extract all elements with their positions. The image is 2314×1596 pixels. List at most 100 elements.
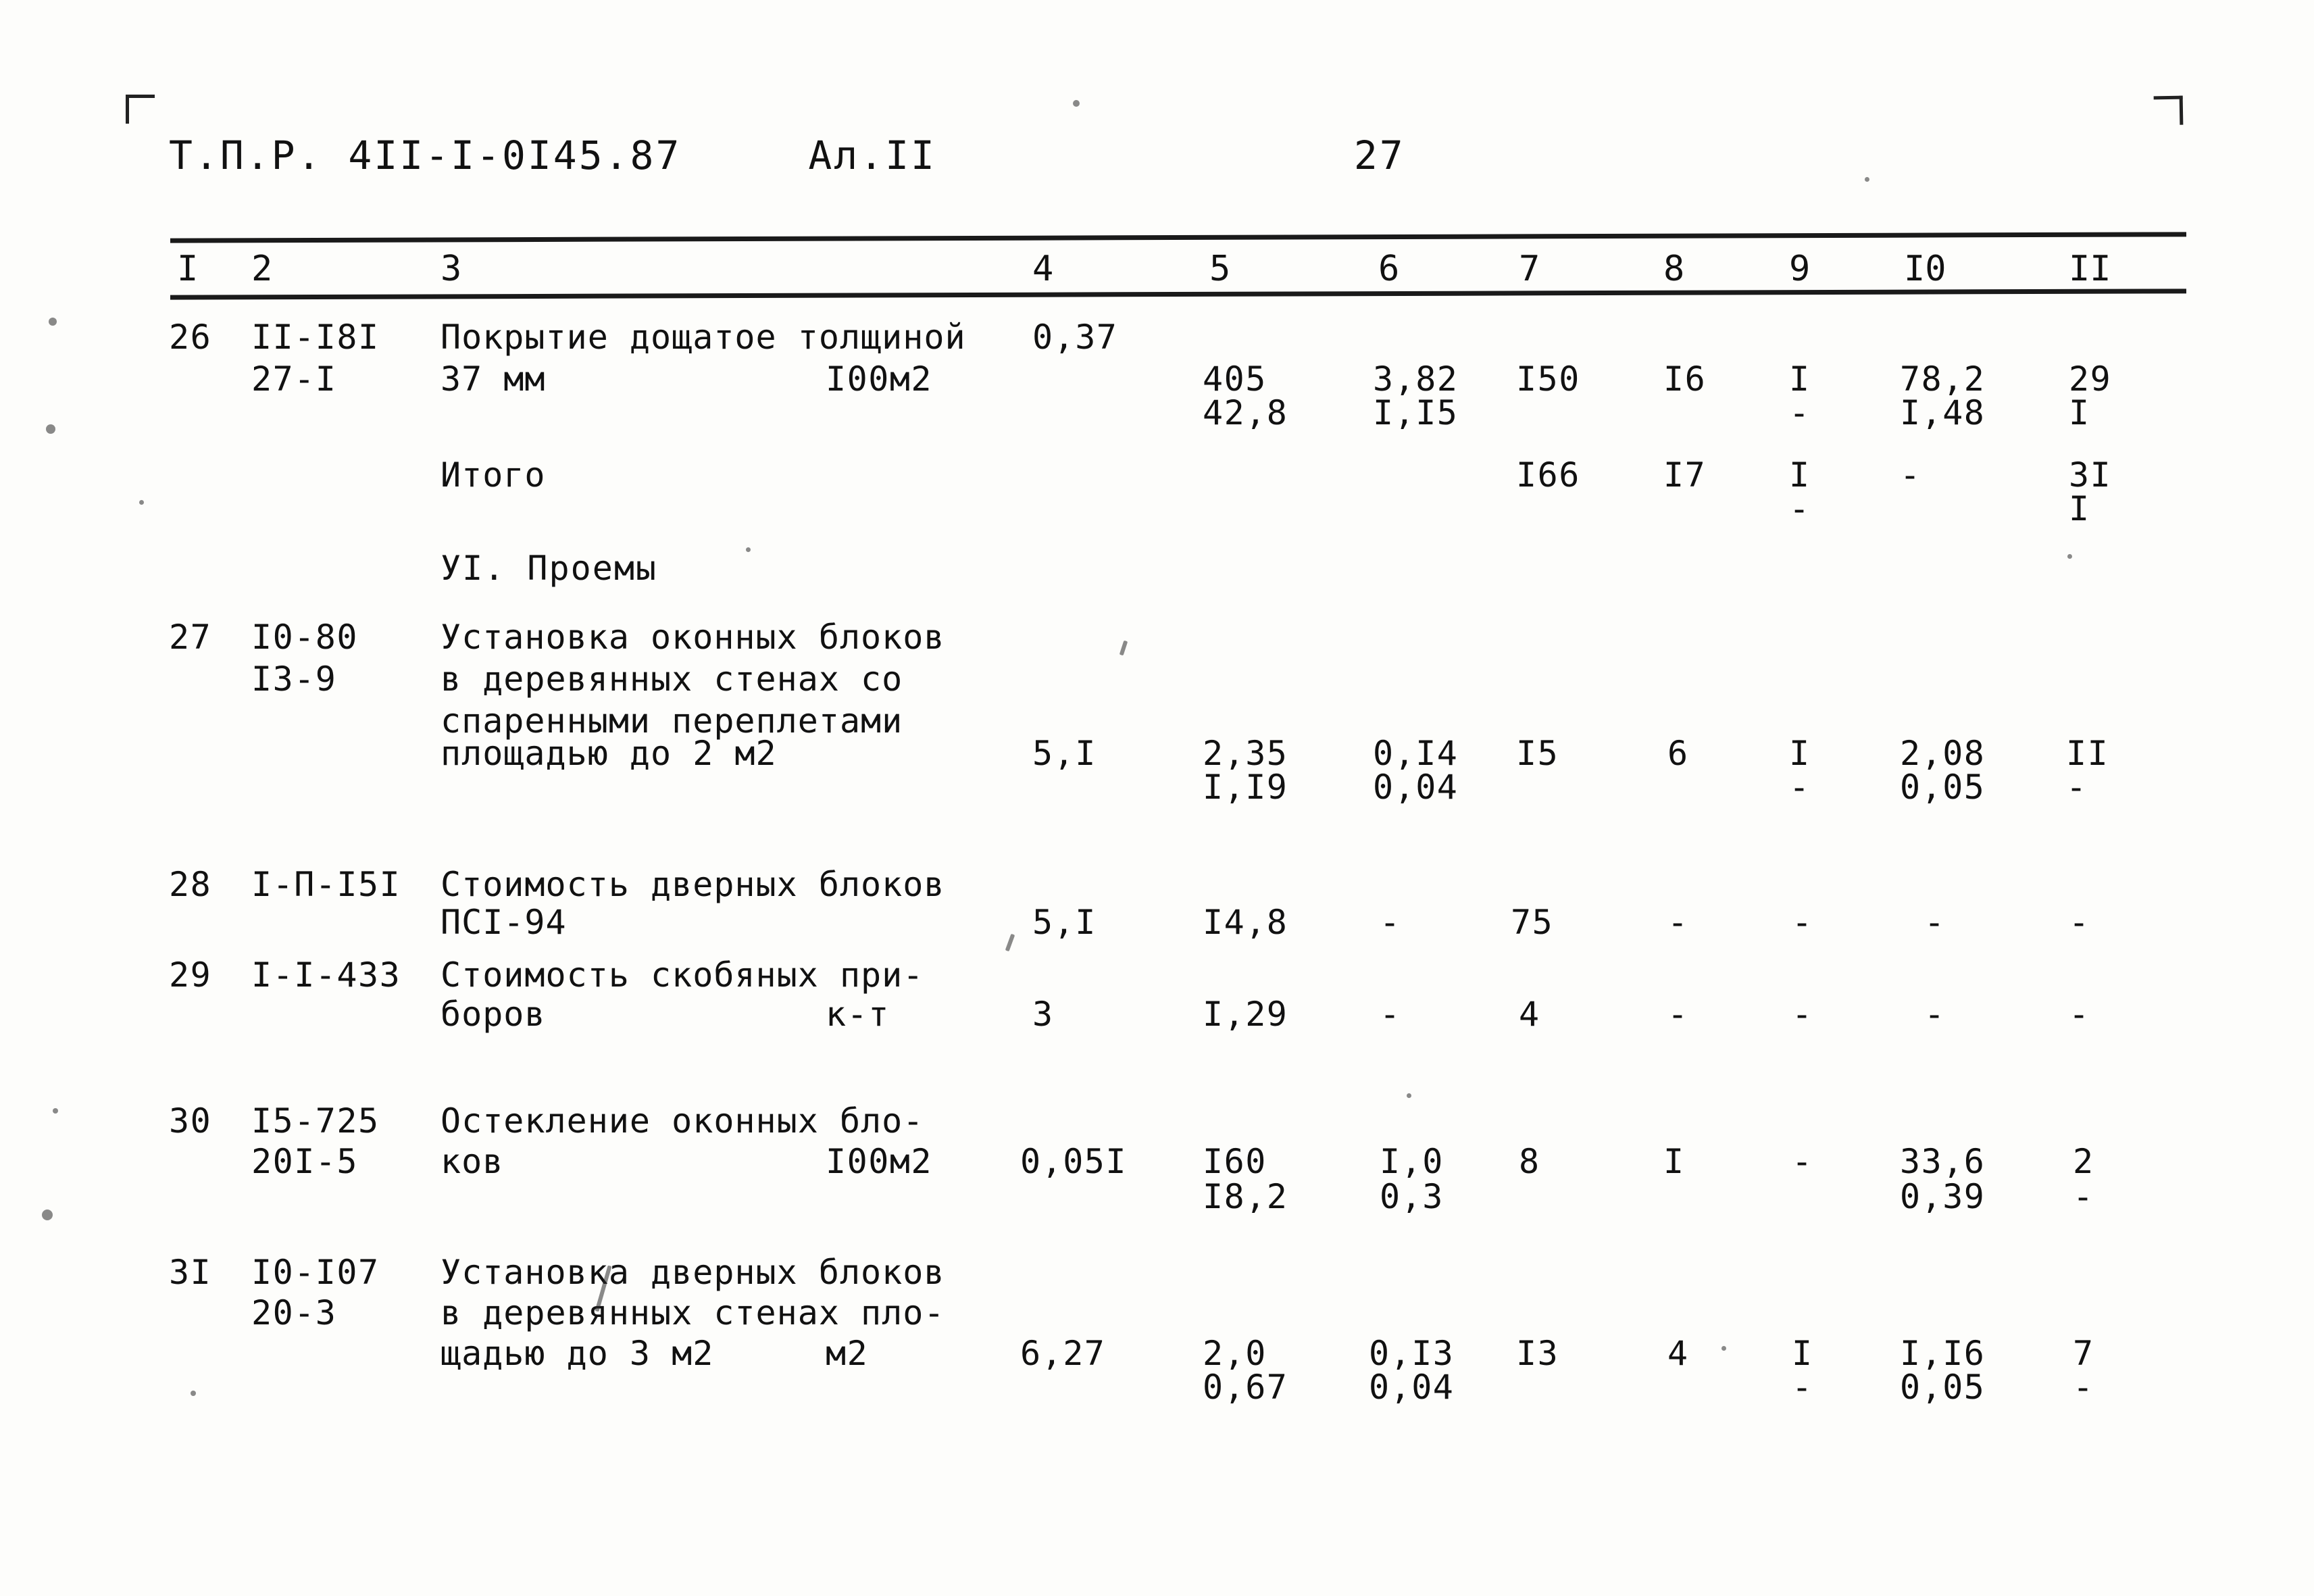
total-col9b: - bbox=[1789, 489, 1811, 528]
row-description-line2: 37 мм bbox=[441, 359, 546, 399]
row-description-line2: ПСI-94 bbox=[441, 903, 567, 942]
row-col11b: I bbox=[2069, 393, 2090, 432]
row-col9b: - bbox=[1792, 1368, 1813, 1407]
document-body: Т.П.Р. 4II-I-0I45.87 Ал.II 27 I 2 3 4 5 … bbox=[0, 0, 2314, 1596]
row-col8a: I6 bbox=[1663, 359, 1707, 399]
scan-speckle bbox=[1407, 1093, 1411, 1098]
row-description-line2: в деревянных стенах со bbox=[441, 659, 903, 699]
table-rule-top bbox=[170, 232, 2187, 243]
row-code-line1: I5-725 bbox=[251, 1101, 380, 1141]
row-unit: м2 bbox=[826, 1334, 869, 1373]
column-header-10: I0 bbox=[1904, 249, 1946, 289]
scan-speckle bbox=[46, 424, 55, 434]
row-code-line2: 20I-5 bbox=[251, 1142, 359, 1181]
row-col8a: I bbox=[1663, 1142, 1685, 1181]
row-col9b: - bbox=[1789, 768, 1811, 807]
column-header-2: 2 bbox=[251, 249, 273, 289]
row-code-line1: II-I8I bbox=[251, 318, 380, 357]
row-col5b: 0,67 bbox=[1203, 1368, 1288, 1407]
row-col10a: - bbox=[1924, 903, 1946, 942]
row-col11a: - bbox=[2069, 995, 2090, 1034]
scan-speckle bbox=[1119, 640, 1128, 656]
row-description-line2: ков bbox=[441, 1142, 504, 1181]
document-code: Т.П.Р. 4II-I-0I45.87 bbox=[169, 132, 682, 178]
column-header-6: 6 bbox=[1378, 249, 1400, 289]
scan-speckle bbox=[1073, 100, 1080, 107]
row-code-line1: I0-80 bbox=[251, 618, 359, 657]
row-description-line1: Стоимость дверных блоков bbox=[441, 865, 945, 904]
row-col9a: - bbox=[1792, 1142, 1813, 1181]
row-description-line1: Установка дверных блоков bbox=[441, 1253, 945, 1292]
row-col10b: I,48 bbox=[1900, 393, 1986, 432]
total-col10: - bbox=[1900, 455, 1921, 495]
total-col7: I66 bbox=[1516, 455, 1580, 495]
row-col5b: 42,8 bbox=[1203, 393, 1288, 432]
row-col9b: - bbox=[1789, 393, 1811, 432]
row-col5b: I8,2 bbox=[1203, 1177, 1288, 1216]
scan-speckle bbox=[139, 500, 144, 505]
row-code-line2: I3-9 bbox=[251, 659, 337, 699]
row-col11a: - bbox=[2069, 903, 2090, 942]
row-col8a: - bbox=[1667, 995, 1689, 1034]
row-col5a: I,29 bbox=[1203, 995, 1288, 1034]
scan-speckle bbox=[1721, 1346, 1726, 1351]
row-col8a: 6 bbox=[1667, 734, 1689, 773]
row-number: 26 bbox=[169, 318, 212, 357]
scan-speckle bbox=[49, 318, 57, 326]
row-number: 29 bbox=[169, 955, 212, 995]
row-col5a: I4,8 bbox=[1203, 903, 1288, 942]
row-number: 27 bbox=[169, 618, 212, 657]
row-col4: 5,I bbox=[1032, 903, 1097, 942]
column-header-8: 8 bbox=[1663, 249, 1685, 289]
scan-speckle bbox=[1005, 933, 1015, 952]
row-description-line1: Остекление оконных бло- bbox=[441, 1101, 924, 1141]
column-header-3: 3 bbox=[441, 249, 462, 289]
row-code-line1: I0-I07 bbox=[251, 1253, 380, 1292]
column-header-11: II bbox=[2069, 249, 2111, 289]
row-code-line1: I-I-433 bbox=[251, 955, 401, 995]
row-col11b: - bbox=[2066, 768, 2088, 807]
row-col10b: 0,05 bbox=[1900, 1368, 1986, 1407]
column-header-7: 7 bbox=[1519, 249, 1540, 289]
scan-speckle bbox=[42, 1210, 53, 1220]
row-col7a: 8 bbox=[1519, 1142, 1540, 1181]
row-col6a: - bbox=[1380, 903, 1401, 942]
row-description-line1: Установка оконных блоков bbox=[441, 618, 945, 657]
scan-speckle bbox=[2067, 554, 2072, 559]
row-col10b: 0,39 bbox=[1900, 1177, 1986, 1216]
row-description-line1: Покрытие дощатое толщиной bbox=[441, 318, 966, 357]
page-number: 27 bbox=[1353, 132, 1405, 178]
album-label: Ал.II bbox=[808, 132, 936, 178]
row-number: 28 bbox=[169, 865, 212, 904]
scan-speckle bbox=[191, 1391, 196, 1396]
row-description-line1: Стоимость скобяных при- bbox=[441, 955, 924, 995]
row-col6b: 0,04 bbox=[1369, 1368, 1455, 1407]
row-description-line4: площадью до 2 м2 bbox=[441, 734, 777, 773]
row-col6b: I,I5 bbox=[1373, 393, 1459, 432]
row-description-line2: в деревянных стенах пло- bbox=[441, 1293, 945, 1332]
row-col4: 5,I bbox=[1032, 734, 1097, 773]
row-col5b: I,I9 bbox=[1203, 768, 1288, 807]
row-col6a: - bbox=[1380, 995, 1401, 1034]
scan-speckle bbox=[53, 1108, 58, 1114]
total-col8: I7 bbox=[1663, 455, 1707, 495]
row-col7a: I50 bbox=[1516, 359, 1580, 399]
row-col8a: 4 bbox=[1667, 1334, 1689, 1373]
row-col11b: - bbox=[2073, 1368, 2094, 1407]
scan-speckle bbox=[1865, 177, 1869, 182]
row-col7a: I3 bbox=[1516, 1334, 1559, 1373]
row-code-line1: I-П-I5I bbox=[251, 865, 401, 904]
row-description-line3: щадью до 3 м2 bbox=[441, 1334, 714, 1373]
row-unit: I00м2 bbox=[826, 1142, 933, 1181]
column-header-9: 9 bbox=[1789, 249, 1811, 289]
row-col4: 6,27 bbox=[1020, 1334, 1106, 1373]
row-col9a: - bbox=[1792, 903, 1813, 942]
document-header: Т.П.Р. 4II-I-0I45.87 Ал.II 27 bbox=[169, 132, 1405, 178]
row-col11b: - bbox=[2073, 1177, 2094, 1216]
row-unit: к-т bbox=[826, 995, 890, 1034]
column-header-5: 5 bbox=[1209, 249, 1231, 289]
row-col7a: I5 bbox=[1516, 734, 1559, 773]
column-header-1: I bbox=[177, 249, 199, 289]
row-col10b: 0,05 bbox=[1900, 768, 1986, 807]
row-unit: I00м2 bbox=[826, 359, 933, 399]
